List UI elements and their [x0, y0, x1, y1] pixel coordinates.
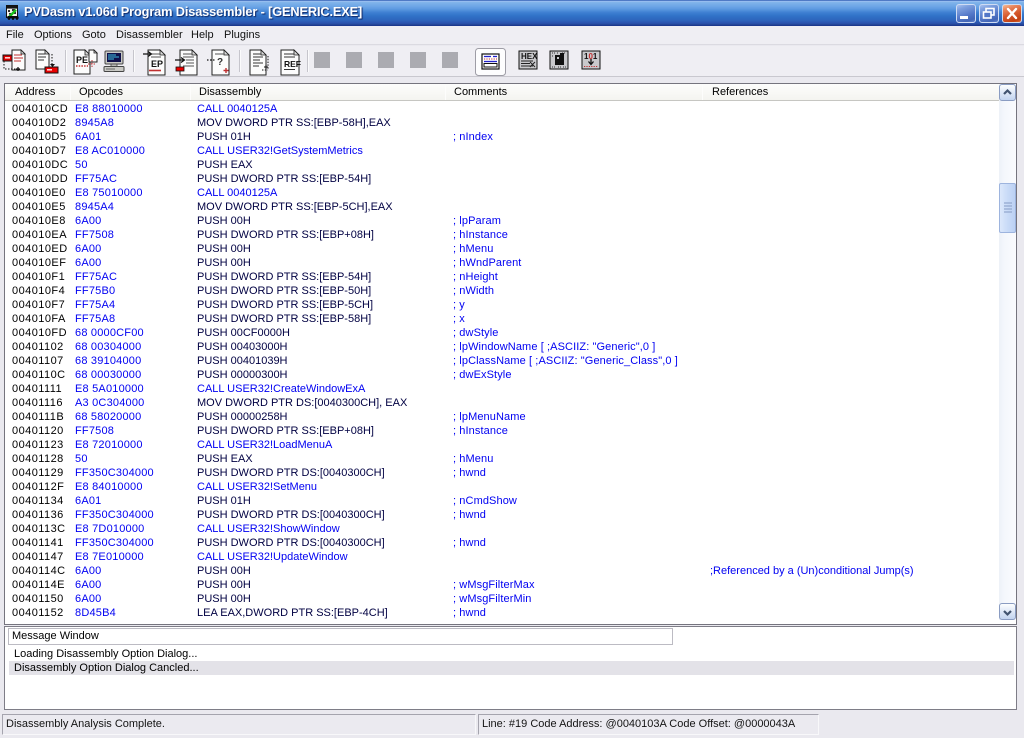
svg-text:REF: REF [284, 59, 301, 69]
svg-text:EP: EP [151, 59, 163, 69]
svg-text:?: ? [217, 57, 223, 68]
svg-text:PE: PE [76, 55, 88, 65]
svg-text:HEX: HEX [521, 52, 538, 61]
